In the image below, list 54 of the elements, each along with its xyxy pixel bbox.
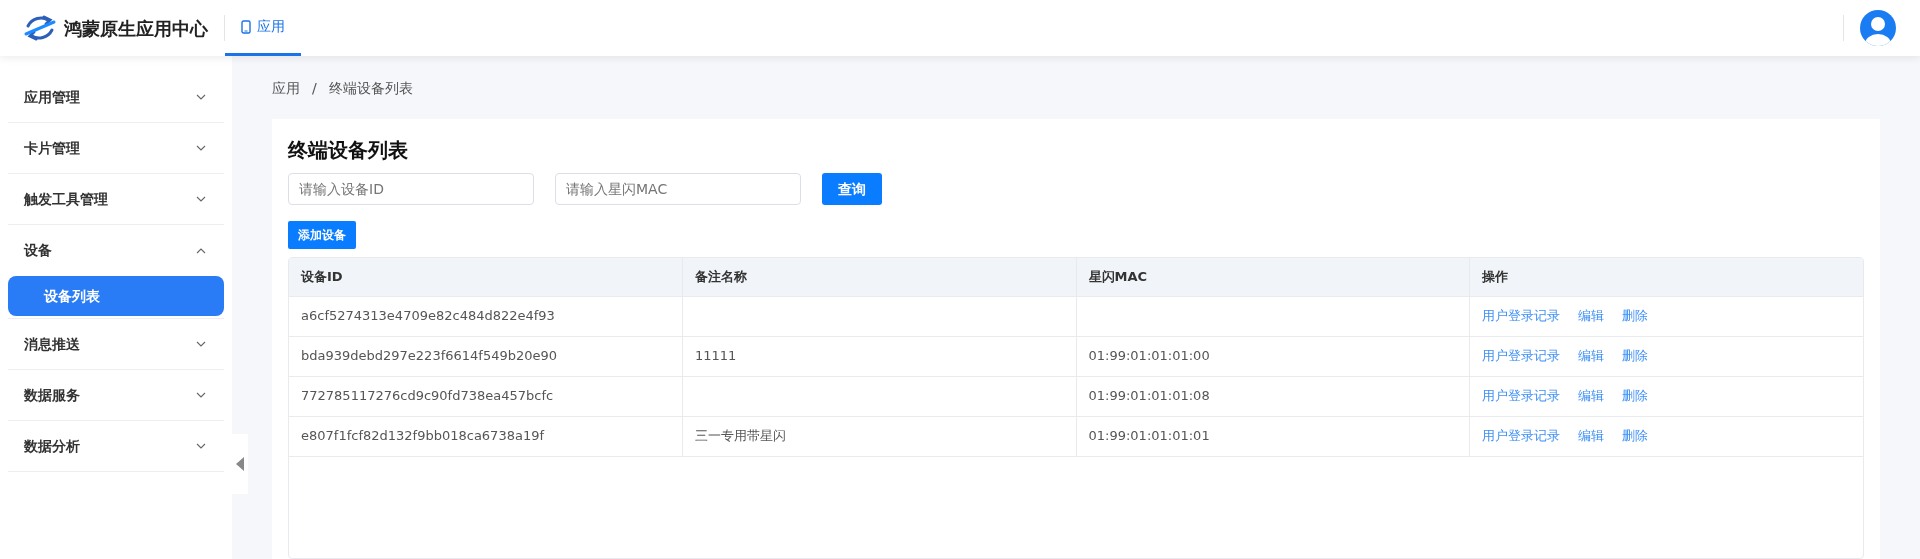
phone-icon <box>241 19 251 34</box>
logo-icon <box>24 14 56 42</box>
chevron-down-icon <box>196 196 206 202</box>
action-link[interactable]: 用户登录记录 <box>1482 308 1560 324</box>
action-link[interactable]: 删除 <box>1622 428 1648 444</box>
action-link[interactable]: 编辑 <box>1578 308 1604 324</box>
app-title: 鸿蒙原生应用中心 <box>64 16 208 41</box>
column-header: 星闪MAC <box>1076 258 1470 296</box>
breadcrumb-link[interactable]: 应用 <box>272 78 300 99</box>
table-cell: 01:99:01:01:01:08 <box>1088 388 1210 404</box>
sidebar-item[interactable]: 应用管理 <box>8 72 224 123</box>
action-link[interactable]: 删除 <box>1622 388 1648 404</box>
table-cell: 01:99:01:01:01:00 <box>1088 348 1210 364</box>
action-link[interactable]: 编辑 <box>1578 428 1604 444</box>
breadcrumb-current: 终端设备列表 <box>328 79 413 98</box>
chevron-down-icon <box>196 145 206 151</box>
action-link[interactable]: 删除 <box>1622 308 1648 324</box>
chevron-down-icon <box>196 392 206 398</box>
sidebar-subitem[interactable]: 设备列表 <box>8 276 224 316</box>
action-link[interactable]: 编辑 <box>1578 348 1604 364</box>
action-link[interactable]: 删除 <box>1622 348 1648 364</box>
table-cell: a6cf5274313e4709e82c484d822e4f93 <box>301 308 555 324</box>
table-cell: 三一专用带星闪 <box>695 428 786 444</box>
nav-tab[interactable]: 应用 <box>225 0 301 56</box>
table-cell: bda939debd297e223f6614f549b20e90 <box>301 348 558 364</box>
sidebar-item[interactable]: 消息推送 <box>8 319 224 370</box>
search-field[interactable]: 请输入星闪MAC <box>555 173 801 205</box>
sidebar-item[interactable]: 设备 <box>8 225 224 276</box>
sidebar-item[interactable]: 数据分析 <box>8 421 224 472</box>
table-cell: 11111 <box>695 348 737 364</box>
action-link[interactable]: 编辑 <box>1578 388 1604 404</box>
action-link[interactable]: 用户登录记录 <box>1482 388 1560 404</box>
chevron-down-icon <box>196 94 206 100</box>
column-header: 备注名称 <box>682 258 1076 296</box>
search-field[interactable]: 请输入设备ID <box>288 173 534 205</box>
sidebar-item[interactable]: 数据服务 <box>8 370 224 421</box>
sidebar-item[interactable]: 触发工具管理 <box>8 174 224 225</box>
chevron-up-icon <box>196 247 206 254</box>
table-cell: 01:99:01:01:01:01 <box>1088 428 1210 444</box>
table-cell: e807f1fcf82d132f9bb018ca6738a19f <box>301 428 544 444</box>
action-link[interactable]: 用户登录记录 <box>1482 428 1560 444</box>
avatar-icon[interactable] <box>1860 10 1896 46</box>
sidebar-item[interactable]: 卡片管理 <box>8 123 224 174</box>
page-title: 终端设备列表 <box>288 137 408 164</box>
action-link[interactable]: 用户登录记录 <box>1482 348 1560 364</box>
breadcrumb-separator: / <box>312 79 317 98</box>
chevron-down-icon <box>196 341 206 347</box>
query-button[interactable]: 查询 <box>822 173 882 205</box>
collapse-handle[interactable] <box>232 434 248 494</box>
column-header: 操作 <box>1469 258 1863 296</box>
table-cell: 772785117276cd9c90fd738ea457bcfc <box>301 388 554 404</box>
add-device-button[interactable]: 添加设备 <box>288 221 356 249</box>
column-header: 设备ID <box>289 258 683 296</box>
chevron-down-icon <box>196 443 206 449</box>
